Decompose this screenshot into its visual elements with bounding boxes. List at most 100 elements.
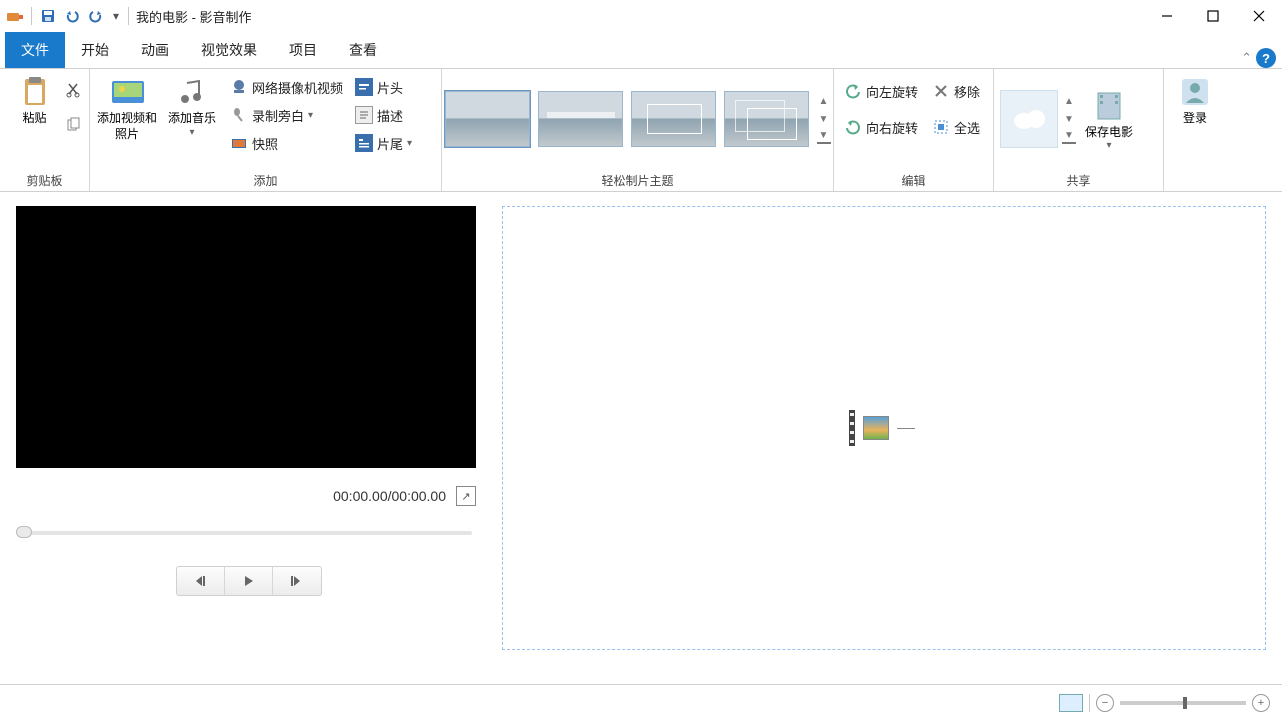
timeline-pane: [494, 192, 1282, 684]
add-music-button[interactable]: 添加音乐 ▾: [162, 73, 222, 138]
title-bar: ▾ 我的电影 - 影音制作: [0, 0, 1282, 32]
mic-icon: [230, 106, 248, 124]
main-area: 00:00.00/00:00.00 ↗: [0, 192, 1282, 684]
chevron-down-icon: ▾: [189, 127, 194, 138]
remove-icon: [932, 82, 950, 100]
add-video-photo-button[interactable]: 添加视频和照片: [96, 73, 158, 142]
description-button[interactable]: 描述: [351, 101, 416, 129]
save-movie-label: 保存电影: [1085, 125, 1133, 141]
select-all-button[interactable]: 全选: [928, 113, 984, 141]
window-buttons: [1144, 0, 1282, 32]
sign-in-button[interactable]: 登录: [1171, 73, 1219, 127]
paste-button[interactable]: 粘贴: [6, 73, 63, 127]
close-button[interactable]: [1236, 0, 1282, 32]
select-all-label: 全选: [954, 118, 980, 137]
snapshot-icon: [230, 134, 248, 152]
share-scroll-down-icon[interactable]: ▼: [1062, 112, 1076, 126]
themes-expand-icon[interactable]: ▼: [817, 130, 831, 144]
playback-time: 00:00.00/00:00.00: [333, 488, 446, 504]
group-signin-title: [1164, 169, 1226, 191]
music-icon: [175, 75, 209, 109]
group-share-title: 共享: [994, 169, 1163, 191]
remove-label: 移除: [954, 82, 980, 101]
zoom-in-button[interactable]: +: [1252, 694, 1270, 712]
snapshot-button[interactable]: 快照: [226, 129, 347, 157]
group-clipboard: 粘贴 剪贴板: [0, 69, 90, 191]
tab-view[interactable]: 查看: [333, 32, 393, 68]
view-mode-icon[interactable]: [1059, 694, 1083, 712]
save-icon[interactable]: [37, 5, 59, 27]
maximize-button[interactable]: [1190, 0, 1236, 32]
group-themes: ▲ ▼ ▼ 轻松制片主题: [442, 69, 834, 191]
paste-label: 粘贴: [22, 111, 46, 127]
select-all-icon: [932, 118, 950, 136]
chevron-down-icon: ▾: [1106, 140, 1111, 151]
cut-icon[interactable]: [65, 82, 83, 100]
app-icon[interactable]: [4, 5, 26, 27]
tab-strip: 文件 开始 动画 视觉效果 项目 查看 ⌃ ?: [0, 32, 1282, 68]
next-frame-button[interactable]: [273, 567, 321, 595]
collapse-ribbon-icon[interactable]: ⌃: [1241, 50, 1252, 66]
rotate-right-button[interactable]: 向右旋转: [840, 113, 922, 141]
sign-in-label: 登录: [1183, 111, 1207, 127]
zoom-out-button[interactable]: −: [1096, 694, 1114, 712]
group-signin: 登录: [1164, 69, 1226, 191]
description-label: 描述: [377, 106, 403, 125]
group-share: ▲ ▼ ▼ 保存电影 ▾ 共享: [994, 69, 1164, 191]
help-icon[interactable]: ?: [1256, 48, 1276, 68]
share-scroll-up-icon[interactable]: ▲: [1062, 94, 1076, 108]
copy-icon[interactable]: [65, 117, 83, 135]
user-icon: [1178, 75, 1212, 109]
rotate-left-icon: [844, 82, 862, 100]
play-button[interactable]: [225, 567, 273, 595]
qat-dropdown-icon[interactable]: ▾: [109, 5, 123, 27]
video-preview[interactable]: [16, 206, 476, 468]
clipboard-icon: [18, 75, 52, 109]
description-icon: [355, 106, 373, 124]
themes-scroll-down-icon[interactable]: ▼: [817, 112, 831, 126]
add-video-photo-label: 添加视频和照片: [96, 111, 158, 142]
theme-thumb-1[interactable]: [445, 91, 530, 147]
webcam-video-label: 网络摄像机视频: [252, 78, 343, 97]
title-slide-label: 片头: [377, 78, 403, 97]
group-edit: 向左旋转 向右旋转 移除 全选 编辑: [834, 69, 994, 191]
theme-thumb-3[interactable]: [631, 91, 716, 147]
ribbon: 粘贴 剪贴板 添加视频和照片 添加音乐 ▾ 网络摄像机视频: [0, 68, 1282, 192]
group-add-title: 添加: [90, 169, 441, 191]
status-bar: − +: [0, 684, 1282, 720]
prev-frame-button[interactable]: [177, 567, 225, 595]
remove-button[interactable]: 移除: [928, 77, 984, 105]
timeline-placeholder-icon: [849, 408, 919, 448]
group-clipboard-title: 剪贴板: [0, 169, 89, 191]
credits-button[interactable]: 片尾 ▾: [351, 129, 416, 157]
record-narration-button[interactable]: 录制旁白 ▾: [226, 101, 347, 129]
tab-visual-effects[interactable]: 视觉效果: [185, 32, 273, 68]
seek-slider[interactable]: [16, 528, 476, 538]
theme-thumb-4[interactable]: [724, 91, 809, 147]
rotate-left-button[interactable]: 向左旋转: [840, 77, 922, 105]
share-expand-icon[interactable]: ▼: [1062, 130, 1076, 144]
undo-icon[interactable]: [61, 5, 83, 27]
tab-project[interactable]: 项目: [273, 32, 333, 68]
rotate-right-label: 向右旋转: [866, 118, 918, 137]
tab-home[interactable]: 开始: [65, 32, 125, 68]
tab-file[interactable]: 文件: [5, 32, 65, 68]
group-add: 添加视频和照片 添加音乐 ▾ 网络摄像机视频 录制旁白 ▾: [90, 69, 442, 191]
window-title: 我的电影 - 影音制作: [136, 7, 252, 26]
minimize-button[interactable]: [1144, 0, 1190, 32]
quick-access-toolbar: ▾: [4, 5, 132, 27]
credits-icon: [355, 134, 373, 152]
save-movie-button[interactable]: 保存电影 ▾: [1080, 87, 1138, 152]
title-slide-button[interactable]: 片头: [351, 73, 416, 101]
themes-scroll-up-icon[interactable]: ▲: [817, 94, 831, 108]
tab-animations[interactable]: 动画: [125, 32, 185, 68]
video-photo-icon: [110, 75, 144, 109]
webcam-video-button[interactable]: 网络摄像机视频: [226, 73, 347, 101]
timeline-drop-area[interactable]: [502, 206, 1266, 650]
theme-thumb-2[interactable]: [538, 91, 623, 147]
redo-icon[interactable]: [85, 5, 107, 27]
cloud-icon: [1008, 105, 1050, 133]
zoom-slider[interactable]: [1120, 701, 1246, 705]
share-cloud-button[interactable]: [1000, 90, 1058, 148]
fullscreen-icon[interactable]: ↗: [456, 486, 476, 506]
